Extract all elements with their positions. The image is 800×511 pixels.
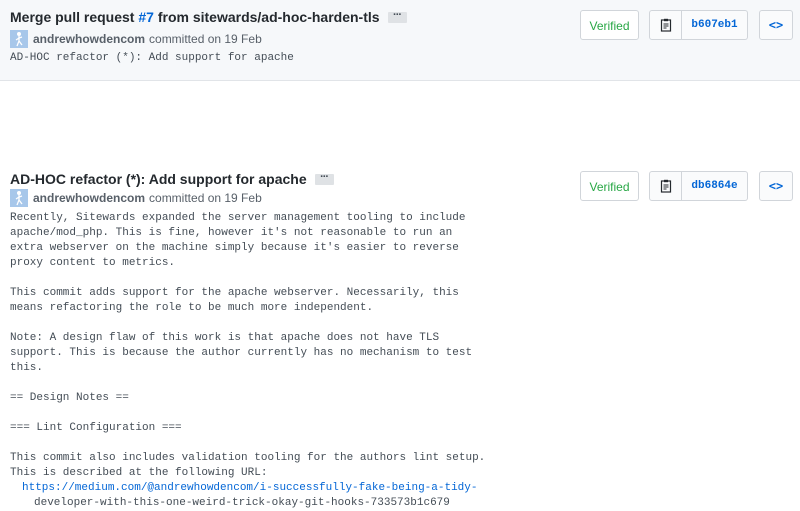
commit-message-url[interactable]: https://medium.com/@andrewhowdencom/i-su…	[10, 481, 770, 496]
commit-message-url-continued: developer-with-this-one-weird-trick-okay…	[34, 497, 450, 509]
commit-message: Recently, Sitewards expanded the server …	[10, 211, 770, 511]
sha-group: b607eb1	[649, 10, 749, 40]
commit-message: AD-HOC refactor (*): Add support for apa…	[10, 52, 294, 64]
avatar[interactable]	[10, 189, 28, 207]
browse-repo-button[interactable]: <>	[759, 171, 793, 201]
clipboard-icon	[660, 179, 671, 193]
pull-request-link[interactable]: #7	[138, 9, 154, 25]
code-icon: <>	[768, 179, 784, 193]
copy-sha-button[interactable]	[649, 10, 682, 40]
sha-group: db6864e	[649, 171, 749, 201]
commit-date: committed on 19 Feb	[149, 32, 262, 46]
verified-badge[interactable]: Verified	[580, 171, 639, 201]
commit-message-body: Recently, Sitewards expanded the server …	[10, 212, 486, 479]
commit-sha-link[interactable]: b607eb1	[682, 10, 748, 40]
code-icon: <>	[768, 18, 784, 32]
commit-date: committed on 19 Feb	[149, 191, 262, 205]
expand-message-button[interactable]: ···	[314, 171, 334, 185]
expand-message-button[interactable]: ···	[387, 9, 407, 23]
clipboard-icon	[660, 18, 671, 32]
commit-title-row: AD-HOC refactor (*): Add support for apa…	[10, 171, 334, 187]
commit-title[interactable]: Merge pull request #7 from sitewards/ad-…	[10, 9, 380, 25]
copy-sha-button[interactable]	[649, 171, 682, 201]
avatar-figure-icon	[10, 189, 28, 207]
browse-repo-button[interactable]: <>	[759, 10, 793, 40]
commit-title[interactable]: AD-HOC refactor (*): Add support for apa…	[10, 171, 307, 187]
avatar-figure-icon	[10, 30, 28, 48]
commit-author-link[interactable]: andrewhowdencom	[33, 191, 145, 205]
commit-item: Merge pull request #7 from sitewards/ad-…	[0, 0, 800, 81]
commit-meta: andrewhowdencom committed on 19 Feb	[10, 30, 262, 48]
avatar[interactable]	[10, 30, 28, 48]
commit-title-suffix[interactable]: from sitewards/ad-hoc-harden-tls	[154, 9, 380, 25]
commit-sha-link[interactable]: db6864e	[682, 171, 748, 201]
commit-item: AD-HOC refactor (*): Add support for apa…	[0, 81, 800, 509]
verified-badge[interactable]: Verified	[580, 10, 639, 40]
commit-author-link[interactable]: andrewhowdencom	[33, 32, 145, 46]
commit-title-prefix[interactable]: Merge pull request	[10, 9, 138, 25]
commit-meta: andrewhowdencom committed on 19 Feb	[10, 189, 262, 207]
commit-title-row: Merge pull request #7 from sitewards/ad-…	[10, 9, 407, 25]
